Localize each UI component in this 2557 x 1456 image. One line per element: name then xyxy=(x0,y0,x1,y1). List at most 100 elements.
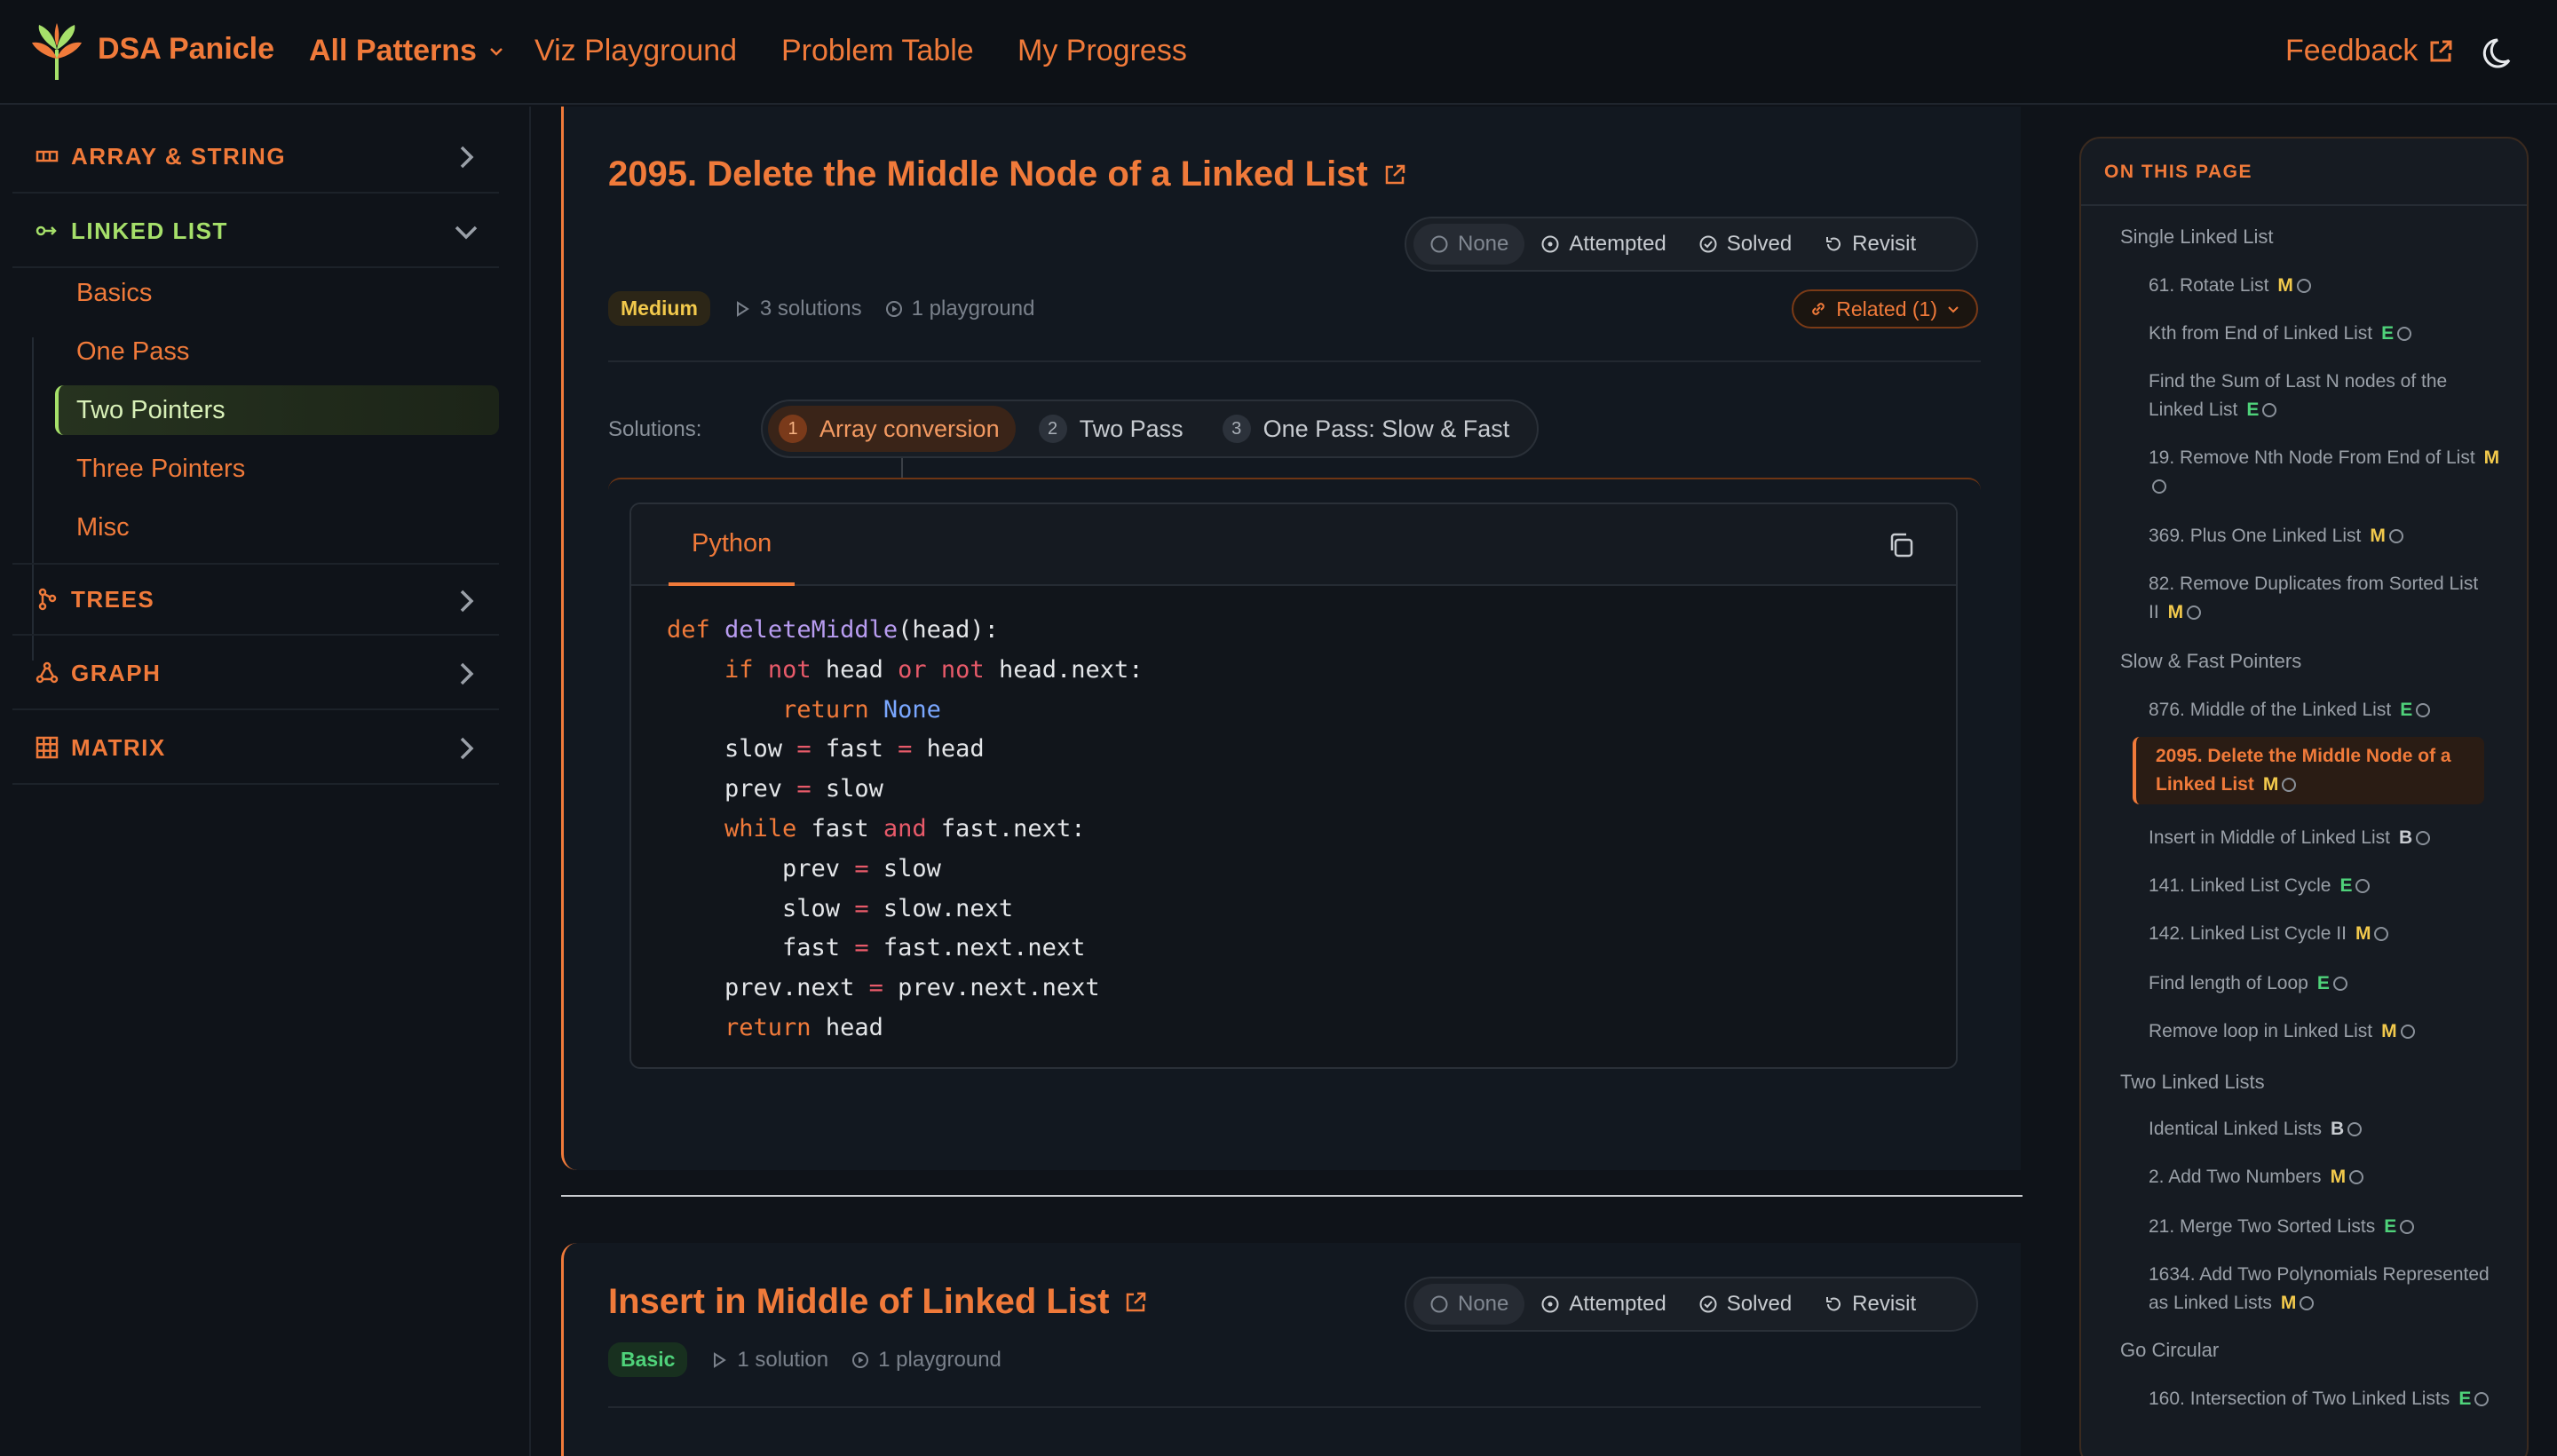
status-circle-icon xyxy=(2355,879,2371,893)
problem-title: 2095. Delete the Middle Node of a Linked… xyxy=(608,154,1368,194)
status-label: Revisit xyxy=(1852,1292,1917,1316)
code-header: Python xyxy=(631,504,1956,586)
code-content[interactable]: def deleteMiddle(head): if not head or n… xyxy=(631,586,1956,1048)
feedback-link[interactable]: Feedback xyxy=(2285,34,2453,68)
toc-item[interactable]: Identical Linked Lists B xyxy=(2149,1115,2500,1143)
sidebar-item-basics[interactable]: Basics xyxy=(55,268,499,318)
solution-tab-array-conversion[interactable]: 1 Array conversion xyxy=(768,406,1016,452)
solution-tab-two-pass[interactable]: 2 Two Pass xyxy=(1028,406,1199,452)
difficulty-badge: E xyxy=(2384,1216,2397,1237)
divider xyxy=(608,1406,1981,1408)
difficulty-badge: M xyxy=(2355,923,2371,944)
sidebar-section-matrix[interactable]: MATRIX xyxy=(12,712,499,785)
status-selector: None Attempted Solved Revisit xyxy=(1405,217,1978,272)
toc-item[interactable]: Find the Sum of Last N nodes of the Link… xyxy=(2149,368,2500,424)
nav-my-progress[interactable]: My Progress xyxy=(1017,34,1187,68)
status-label: Attempted xyxy=(1569,1292,1666,1316)
rotate-icon xyxy=(1826,237,1841,251)
nav-all-patterns[interactable]: All Patterns xyxy=(309,34,505,68)
toc-item[interactable]: Kth from End of Linked List E xyxy=(2149,320,2500,348)
toc-item-active[interactable]: 2095. Delete the Middle Node of a Linked… xyxy=(2133,737,2484,804)
playground-count-text: 1 playground xyxy=(911,296,1035,320)
solution-tab-slow-fast[interactable]: 3 One Pass: Slow & Fast xyxy=(1212,406,1526,452)
difficulty-badge: M xyxy=(2381,1021,2397,1041)
sidebar: ARRAY & STRING LINKED LIST Basics One Pa… xyxy=(0,107,531,1456)
moon-icon[interactable] xyxy=(2481,34,2516,69)
sidebar-item-misc[interactable]: Misc xyxy=(55,502,499,552)
status-label: Revisit xyxy=(1852,232,1917,256)
toc-item[interactable]: 160. Intersection of Two Linked Lists E xyxy=(2149,1385,2500,1413)
toc-item-text: Identical Linked Lists xyxy=(2149,1119,2322,1139)
problem-meta: Basic 1 solution 1 playground xyxy=(608,1342,1001,1377)
toc-group-title[interactable]: Go Circular xyxy=(2120,1339,2219,1362)
toc-item-text: 160. Intersection of Two Linked Lists xyxy=(2149,1389,2450,1409)
toc-item[interactable]: Remove loop in Linked List M xyxy=(2149,1017,2500,1046)
sidebar-section-trees[interactable]: TREES xyxy=(12,563,499,636)
leaf-logo-icon[interactable] xyxy=(30,23,83,82)
toc-item[interactable]: 2. Add Two Numbers M xyxy=(2149,1163,2500,1191)
status-attempted-button[interactable]: Attempted xyxy=(1524,224,1682,265)
difficulty-badge: B xyxy=(2398,827,2413,848)
status-label: Solved xyxy=(1726,1292,1793,1316)
status-none-button[interactable]: None xyxy=(1413,1284,1525,1325)
toc-item[interactable]: Find length of Loop E xyxy=(2149,969,2500,998)
difficulty-badge: M xyxy=(2370,526,2386,546)
copy-icon[interactable] xyxy=(1887,531,1915,559)
difficulty-badge: B xyxy=(2330,1119,2345,1139)
toc-item[interactable]: 1634. Add Two Polynomials Represented as… xyxy=(2149,1261,2500,1318)
rotate-icon xyxy=(1826,1297,1841,1311)
status-solved-button[interactable]: Solved xyxy=(1682,224,1808,265)
related-dropdown[interactable]: Related (1) xyxy=(1792,289,1978,328)
status-circle-icon xyxy=(2416,831,2431,845)
status-label: None xyxy=(1458,232,1509,256)
nav-viz-playground[interactable]: Viz Playground xyxy=(534,34,737,68)
toc-item[interactable]: 141. Linked List Cycle E xyxy=(2149,872,2500,900)
toc-item[interactable]: 876. Middle of the Linked List E xyxy=(2149,696,2500,724)
toc-item-text: Find the Sum of Last N nodes of the Link… xyxy=(2149,371,2448,420)
difficulty-badge: E xyxy=(2316,973,2330,993)
graph-icon xyxy=(36,661,59,684)
dot-circle-icon xyxy=(1541,1295,1559,1313)
sidebar-section-graph[interactable]: GRAPH xyxy=(12,637,499,710)
sidebar-item-three-pointers[interactable]: Three Pointers xyxy=(55,444,499,494)
toc-item[interactable]: 369. Plus One Linked List M xyxy=(2149,522,2500,550)
status-attempted-button[interactable]: Attempted xyxy=(1524,1284,1682,1325)
status-solved-button[interactable]: Solved xyxy=(1682,1284,1808,1325)
top-navbar: DSA Panicle All Patterns Viz Playground … xyxy=(0,0,2557,105)
section-label: GRAPH xyxy=(71,659,162,686)
check-circle-icon xyxy=(1699,1295,1717,1313)
toc-item[interactable]: 61. Rotate List M xyxy=(2149,272,2500,300)
problem-title-link[interactable]: 2095. Delete the Middle Node of a Linked… xyxy=(608,154,1405,194)
solution-label: Two Pass xyxy=(1079,415,1184,442)
toc-item[interactable]: 82. Remove Duplicates from Sorted List I… xyxy=(2149,570,2500,627)
difficulty-badge: M xyxy=(2280,1293,2297,1313)
sidebar-item-one-pass[interactable]: One Pass xyxy=(55,327,499,376)
problem-title-link[interactable]: Insert in Middle of Linked List xyxy=(608,1282,1146,1322)
solutions-count-text: 3 solutions xyxy=(759,296,862,320)
nav-problem-table[interactable]: Problem Table xyxy=(781,34,974,68)
on-this-page-toc: ON THIS PAGE Single Linked List 61. Rota… xyxy=(2079,137,2529,1456)
external-link-icon xyxy=(1385,164,1405,184)
status-circle-icon xyxy=(2400,1220,2415,1234)
toc-item[interactable]: 19. Remove Nth Node From End of List M xyxy=(2149,444,2500,501)
section-label: TREES xyxy=(71,585,155,613)
status-circle-icon xyxy=(2374,927,2389,941)
toc-group-title[interactable]: Slow & Fast Pointers xyxy=(2120,650,2301,673)
toc-group-title[interactable]: Single Linked List xyxy=(2120,226,2273,249)
chevron-right-icon xyxy=(460,737,474,760)
sidebar-section-linked-list[interactable]: LINKED LIST xyxy=(12,195,499,268)
toc-item[interactable]: 21. Merge Two Sorted Lists E xyxy=(2149,1213,2500,1241)
brand-name[interactable]: DSA Panicle xyxy=(98,32,274,67)
sidebar-section-array-string[interactable]: ARRAY & STRING xyxy=(12,121,499,194)
sidebar-item-two-pointers[interactable]: Two Pointers xyxy=(55,385,499,435)
toc-item[interactable]: 142. Linked List Cycle II M xyxy=(2149,920,2500,948)
tree-icon xyxy=(38,588,57,611)
status-revisit-button[interactable]: Revisit xyxy=(1808,224,1932,265)
toc-item[interactable]: Insert in Middle of Linked List B xyxy=(2149,824,2500,852)
status-none-button[interactable]: None xyxy=(1413,224,1525,265)
status-circle-icon xyxy=(2187,605,2202,620)
toc-item-text: 1634. Add Two Polynomials Represented as… xyxy=(2149,1264,2490,1313)
toc-group-title[interactable]: Two Linked Lists xyxy=(2120,1071,2265,1094)
language-tab-python[interactable]: Python xyxy=(669,504,796,586)
status-revisit-button[interactable]: Revisit xyxy=(1808,1284,1932,1325)
